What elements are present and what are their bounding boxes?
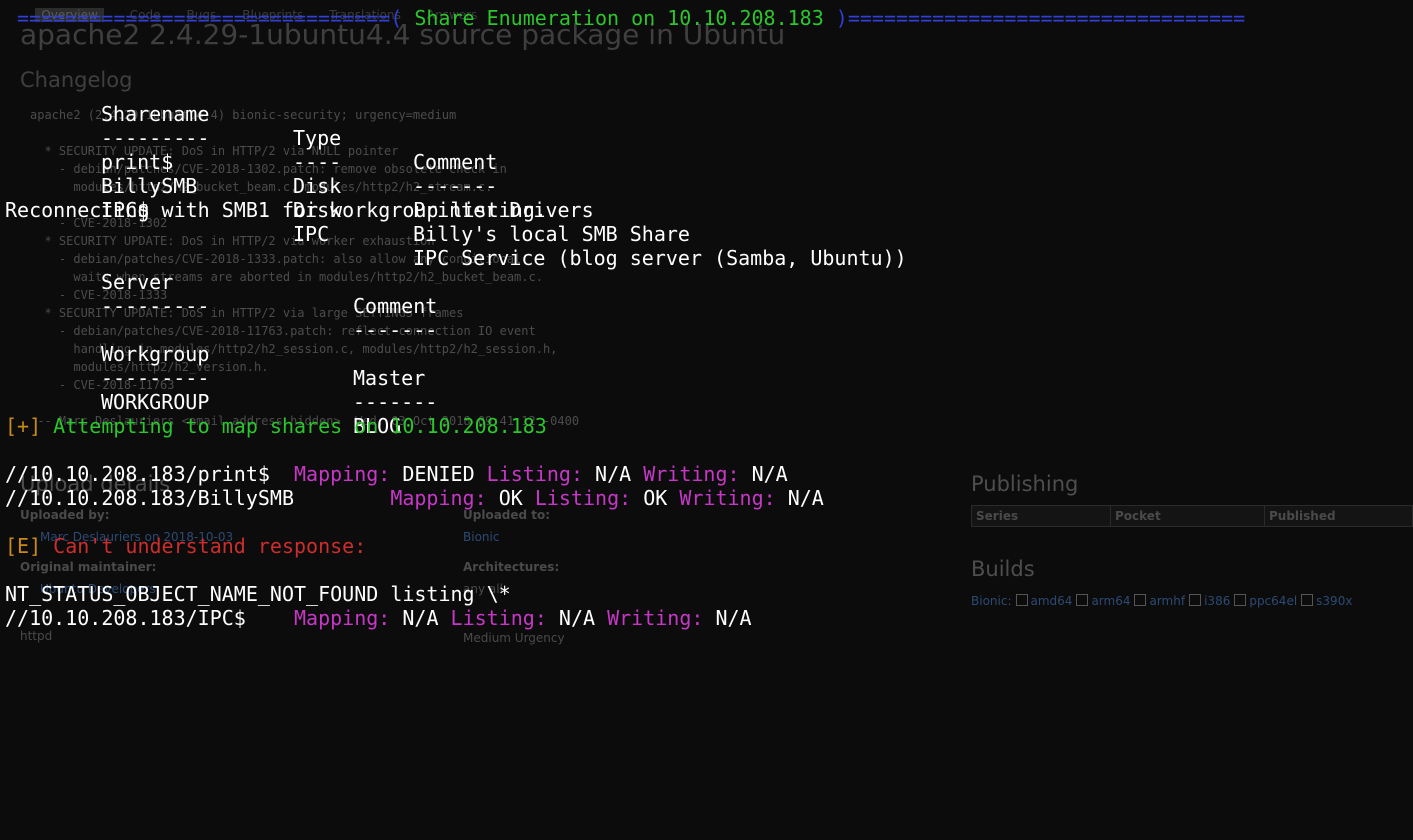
banner-right: )================================= [835,6,1246,30]
underline: ------- [353,390,438,414]
terminal-output[interactable]: ===============================( Share E… [0,0,1245,840]
workgroup-underline-row: --------- ------- [5,342,437,414]
mapping-label: Mapping: [294,462,391,486]
share-comment: IPC Service (blog server (Samba, Ubuntu)… [413,246,907,270]
publishing-col-published: Published [1264,505,1413,527]
workgroup-header-row: Workgroup Master [5,318,425,390]
workgroup-row: WORKGROUP BLOG [5,366,401,438]
share-name: print$ [101,150,174,174]
workgroup-name: WORKGROUP [101,390,210,414]
col-comment: Comment [353,294,438,318]
share-row: BillySMB Disk Billy's local SMB Share [5,150,690,246]
error-text: Can't understand response: [41,534,367,558]
share-enum-banner: ===============================( Share E… [17,6,1245,30]
listing-label: Listing: [534,486,632,510]
build-link-s390x[interactable]: s390x [1316,594,1352,608]
server-underline-row: --------- ------- [5,270,437,342]
col-comment: Comment [413,150,498,174]
architectures-label: Architectures: [463,560,560,574]
writing-label: Writing: [607,606,704,630]
publishing-heading: Publishing [971,472,1079,496]
share-type: Disk [293,174,342,198]
share-path: //10.10.208.183/BillySMB [5,486,294,510]
writing-label: Writing: [643,462,740,486]
share-underline-row: --------- ---- ------- [5,102,497,198]
checkmark-icon [1076,594,1089,606]
share-type: IPC [293,222,330,246]
writing-value: N/A [715,606,752,630]
publishing-col-series: Series [971,505,1111,527]
urgency-value: Medium Urgency [463,631,565,645]
builds-list: Bionic: amd64 arm64 armhf i386 ppc64el s390x [971,593,1352,608]
uploaded-to-label: Uploaded to: [463,508,551,522]
attempt-text: Attempting to map shares on 10.10.208.18… [41,414,547,438]
col-server: Server [101,270,174,294]
build-link-i386[interactable]: i386 [1204,594,1230,608]
underline: ------- [353,318,438,342]
col-type: Type [293,126,342,150]
writing-value: N/A [751,462,788,486]
listing-label: Listing: [450,606,547,630]
col-sharename: Sharename [101,102,210,126]
builds-series-link[interactable]: Bionic: [971,594,1012,608]
share-name: BillySMB [101,174,198,198]
attempt-line: [+] Attempting to map shares on 10.10.20… [5,414,547,438]
changelog-line: apache2 (2.4.29-1ubuntu4.4) bionic-secur… [30,108,457,122]
changelog-line: - debian/patches/CVE-2018-11763.patch: r… [30,324,536,338]
share-comment: Billy's local SMB Share [413,222,690,246]
listing-label: Listing: [486,462,583,486]
build-link-ppc64el[interactable]: ppc64el [1249,594,1297,608]
map-result-row: //10.10.208.183/print$ Mapping: DENIED L… [5,462,788,486]
mapping-value: DENIED [402,462,475,486]
share-header-row: Sharename Type Comment [5,78,497,174]
build-link-arm64[interactable]: arm64 [1091,594,1130,608]
underline: ---- [293,150,342,174]
mapping-value: N/A [402,606,439,630]
checkmark-icon [1134,594,1147,606]
writing-value: N/A [787,486,824,510]
col-workgroup: Workgroup [101,342,210,366]
uploaded-to-link[interactable]: Bionic [463,530,499,544]
reconnect-line: Reconnecting with SMB1 for workgroup lis… [5,198,547,222]
col-master: Master [353,366,426,390]
mapping-value: OK [498,486,523,510]
error-line: [E] Can't understand response: [5,534,366,558]
share-row: print$ Disk Printer Drivers [5,126,594,222]
build-link-amd64[interactable]: amd64 [1031,594,1073,608]
build-link-armhf[interactable]: armhf [1149,594,1185,608]
underline: ------- [413,174,498,198]
changelog-line: * SECURITY UPDATE: DoS in HTTP/2 via NUL… [30,144,399,158]
underline: --------- [101,366,210,390]
builds-heading: Builds [971,557,1035,581]
publishing-table: Series Pocket Published [971,505,1413,527]
underline: --------- [101,294,210,318]
server-header-row: Server Comment [5,246,437,318]
banner-title: Share Enumeration on 10.10.208.183 [402,6,836,30]
map-result-row: //10.10.208.183/IPC$ Mapping: N/A Listin… [5,606,752,630]
plus-tag: [+] [5,414,42,438]
original-maintainer-label: Original maintainer: [20,560,157,574]
listing-value: OK [643,486,668,510]
error-tag: [E] [5,534,42,558]
mapping-label: Mapping: [390,486,487,510]
map-result-row: //10.10.208.183/BillySMB Mapping: OK Lis… [5,486,824,510]
underline: --------- [101,126,210,150]
changelog-line: * SECURITY UPDATE: DoS in HTTP/2 via wor… [30,234,435,248]
banner-left: ===============================( [17,6,403,30]
share-path: //10.10.208.183/print$ [5,462,270,486]
checkmark-icon [1234,594,1247,606]
uploaded-by-label: Uploaded by: [20,508,110,522]
publishing-col-pocket: Pocket [1110,505,1265,527]
checkmark-icon [1189,594,1202,606]
listing-value: N/A [595,462,632,486]
listing-value: N/A [558,606,596,630]
checkmark-icon [1301,594,1314,606]
share-row: IPC$ IPC IPC Service (blog server (Samba… [5,174,907,270]
checkmark-icon [1015,594,1028,606]
writing-label: Writing: [679,486,776,510]
mapping-label: Mapping: [294,606,391,630]
share-path: //10.10.208.183/IPC$ [5,606,246,630]
nt-status-line: NT_STATUS_OBJECT_NAME_NOT_FOUND listing … [5,582,511,606]
